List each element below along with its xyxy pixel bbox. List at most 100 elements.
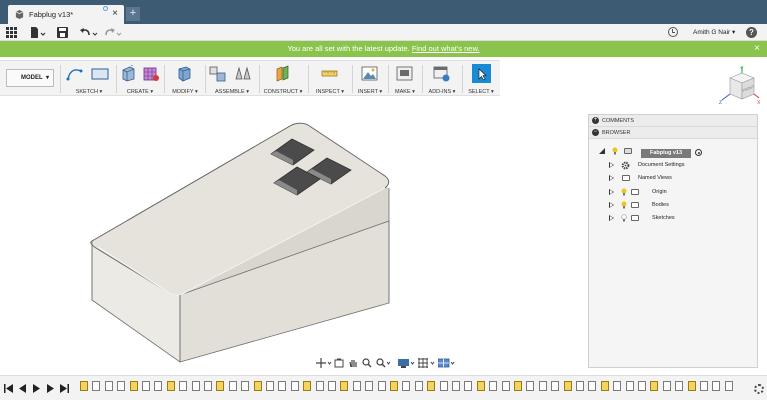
- whats-new-link[interactable]: Find out what's new.: [412, 44, 480, 53]
- new-tab-button[interactable]: +: [126, 7, 140, 21]
- browser-item-sketches[interactable]: Sketches: [609, 212, 749, 225]
- collapsed-caret-icon[interactable]: [609, 189, 614, 195]
- browser-item-document-settings[interactable]: Document Settings: [609, 159, 749, 172]
- visibility-bulb-icon[interactable]: [621, 201, 627, 209]
- add-ins-group[interactable]: ADD-INS ▾: [424, 61, 460, 97]
- construct-group[interactable]: CONSTRUCT ▾: [260, 61, 306, 97]
- timeline-feature-icon[interactable]: [179, 381, 188, 391]
- redo-icon[interactable]: [104, 27, 122, 38]
- collapsed-caret-icon[interactable]: [609, 162, 614, 168]
- save-icon[interactable]: [57, 27, 68, 38]
- collapsed-caret-icon[interactable]: [609, 202, 614, 208]
- timeline-feature-icon[interactable]: [638, 381, 646, 391]
- timeline-sketch-icon[interactable]: [80, 381, 88, 391]
- timeline-feature-icon[interactable]: [551, 381, 560, 391]
- timeline-feature-icon[interactable]: [365, 381, 374, 391]
- timeline-track[interactable]: [80, 381, 740, 395]
- 3d-viewport[interactable]: [40, 110, 480, 370]
- browser-panel-header[interactable]: − BROWSER: [589, 127, 757, 139]
- select-group[interactable]: SELECT ▾: [464, 61, 498, 97]
- hidden-bulb-icon[interactable]: [621, 214, 627, 222]
- timeline-feature-icon[interactable]: [117, 381, 126, 391]
- timeline-feature-icon[interactable]: [278, 381, 287, 391]
- timeline-feature-icon[interactable]: [191, 381, 200, 391]
- insert-group[interactable]: INSERT ▾: [354, 61, 386, 97]
- make-group[interactable]: MAKE ▾: [390, 61, 420, 97]
- step-forward-icon[interactable]: [46, 384, 55, 393]
- timeline-sketch-icon[interactable]: [390, 381, 398, 391]
- timeline-feature-icon[interactable]: [526, 381, 535, 391]
- timeline-settings-gear-icon[interactable]: [754, 384, 764, 394]
- timeline-feature-icon[interactable]: [452, 381, 460, 391]
- timeline-sketch-icon[interactable]: [600, 381, 609, 391]
- browser-item-origin[interactable]: Origin: [609, 186, 749, 199]
- banner-close-icon[interactable]: ×: [754, 41, 760, 57]
- expanded-caret-icon[interactable]: [599, 148, 605, 154]
- timeline-feature-icon[interactable]: [402, 381, 411, 391]
- root-component-label[interactable]: Fabplug v13: [641, 149, 691, 158]
- timeline-sketch-icon[interactable]: [563, 381, 572, 391]
- assemble-group[interactable]: ASSEMBLE ▾: [207, 61, 257, 97]
- timeline-feature-icon[interactable]: [104, 381, 113, 391]
- go-to-end-icon[interactable]: [60, 384, 69, 393]
- data-panel-grid-icon[interactable]: [6, 27, 17, 38]
- browser-item-named-views[interactable]: Named Views: [609, 172, 749, 185]
- step-back-icon[interactable]: [18, 384, 27, 393]
- timeline-feature-icon[interactable]: [92, 381, 101, 391]
- fabplug-body[interactable]: [90, 122, 390, 363]
- play-icon[interactable]: [32, 384, 41, 393]
- viewcube[interactable]: Z Y X FRONT: [718, 64, 762, 108]
- timeline-feature-icon[interactable]: [328, 381, 336, 391]
- comments-panel-header[interactable]: + COMMENTS: [589, 115, 757, 127]
- timeline-feature-icon[interactable]: [290, 381, 299, 391]
- timeline-sketch-icon[interactable]: [129, 381, 138, 391]
- timeline-sketch-icon[interactable]: [650, 381, 659, 391]
- undo-icon[interactable]: [80, 27, 98, 38]
- job-status-clock-icon[interactable]: [668, 27, 678, 37]
- timeline-feature-icon[interactable]: [352, 381, 361, 391]
- timeline-sketch-icon[interactable]: [216, 381, 225, 391]
- timeline-feature-icon[interactable]: [377, 381, 386, 391]
- timeline-feature-icon[interactable]: [414, 381, 423, 391]
- close-tab-icon[interactable]: ×: [112, 9, 118, 19]
- go-to-start-icon[interactable]: [4, 384, 13, 393]
- timeline-sketch-icon[interactable]: [476, 381, 485, 391]
- timeline-sketch-icon[interactable]: [166, 381, 175, 391]
- viewports-icon[interactable]: [438, 358, 456, 368]
- timeline-feature-icon[interactable]: [464, 381, 473, 391]
- timeline-feature-icon[interactable]: [538, 381, 547, 391]
- timeline-sketch-icon[interactable]: [303, 381, 312, 391]
- timeline-feature-icon[interactable]: [142, 381, 150, 391]
- timeline-feature-icon[interactable]: [724, 381, 733, 391]
- zoom-window-icon[interactable]: [376, 358, 392, 368]
- timeline-feature-icon[interactable]: [675, 381, 684, 391]
- display-settings-icon[interactable]: [398, 358, 416, 368]
- sketch-group[interactable]: SKETCH ▾: [64, 61, 114, 97]
- timeline-feature-icon[interactable]: [204, 381, 212, 391]
- timeline-sketch-icon[interactable]: [427, 381, 436, 391]
- timeline-feature-icon[interactable]: [154, 381, 163, 391]
- collapsed-caret-icon[interactable]: [609, 215, 614, 221]
- timeline-sketch-icon[interactable]: [253, 381, 262, 391]
- timeline-feature-icon[interactable]: [662, 381, 671, 391]
- orbit-move-icon[interactable]: [316, 358, 332, 368]
- browser-item-bodies[interactable]: Bodies: [609, 199, 749, 212]
- document-tab[interactable]: Fabplug v13* ×: [8, 5, 124, 24]
- modify-group[interactable]: MODIFY ▾: [166, 61, 204, 97]
- visibility-bulb-icon[interactable]: [612, 147, 618, 155]
- timeline-sketch-icon[interactable]: [687, 381, 696, 391]
- create-group[interactable]: CREATE ▾: [118, 61, 162, 97]
- grid-snaps-icon[interactable]: [418, 358, 436, 368]
- timeline-feature-icon[interactable]: [266, 381, 274, 391]
- file-menu-icon[interactable]: [30, 27, 46, 38]
- timeline-feature-icon[interactable]: [315, 381, 324, 391]
- timeline-sketch-icon[interactable]: [340, 381, 349, 391]
- timeline-feature-icon[interactable]: [228, 381, 237, 391]
- timeline-feature-icon[interactable]: [489, 381, 498, 391]
- collapse-minus-icon[interactable]: −: [592, 129, 599, 136]
- timeline-sketch-icon[interactable]: [514, 381, 522, 391]
- zoom-icon[interactable]: [362, 358, 372, 368]
- collapsed-caret-icon[interactable]: [609, 175, 614, 181]
- inspect-group[interactable]: INSPECT ▾: [310, 61, 350, 97]
- timeline-feature-icon[interactable]: [439, 381, 448, 391]
